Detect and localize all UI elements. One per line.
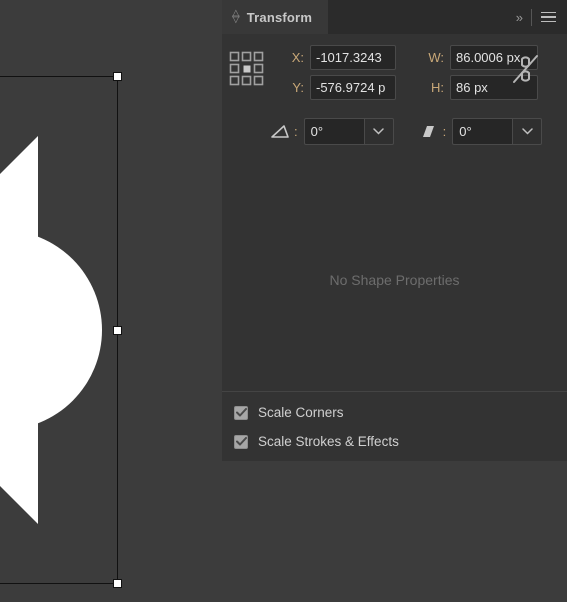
rotate-angle-icon <box>267 121 293 143</box>
header-divider <box>531 8 532 26</box>
shear-label: : <box>442 124 447 139</box>
option-scale-strokes-effects[interactable]: Scale Strokes & Effects <box>222 427 567 456</box>
rotate-combo: 0° <box>303 118 394 145</box>
updown-arrows-icon: △ ▽ <box>232 7 240 25</box>
panel-header-actions: » <box>516 0 567 34</box>
shear-chevron-down-icon[interactable] <box>512 118 543 145</box>
row-x-w: X: -1017.3243 W: 86.0006 px <box>277 42 538 72</box>
w-label: W: <box>428 49 444 65</box>
shear-input[interactable]: 0° <box>452 118 513 145</box>
broken-chain-icon[interactable] <box>510 52 540 86</box>
checkmark-icon <box>235 408 247 417</box>
transform-fields-section: X: -1017.3243 W: 86.0006 px Y: -576.9724… <box>222 34 567 124</box>
shear-angle-icon <box>416 121 442 143</box>
scale-corners-checkbox[interactable] <box>234 405 248 420</box>
rotate-label: : <box>294 124 298 139</box>
y-label: Y: <box>292 79 304 95</box>
rotate-input[interactable]: 0° <box>303 118 364 145</box>
rotate-angle-svg <box>271 125 289 138</box>
checkmark-icon <box>235 437 247 446</box>
no-shape-properties-message: No Shape Properties <box>329 271 460 288</box>
tab-label: Transform <box>246 9 313 25</box>
scale-strokes-effects-checkbox[interactable] <box>234 434 248 449</box>
row-y-h: Y: -576.9724 p H: 86 px <box>277 72 538 102</box>
scale-strokes-effects-label: Scale Strokes & Effects <box>258 434 399 449</box>
panel-header: △ ▽ Transform » <box>222 0 567 34</box>
constrain-proportions-svg <box>513 55 538 83</box>
scale-options: Scale Corners Scale Strokes & Effects <box>222 398 567 456</box>
shape-properties-section: No Shape Properties <box>222 168 567 391</box>
collapse-chevron-icon[interactable]: » <box>516 10 523 25</box>
reference-point-svg <box>229 51 264 86</box>
hamburger-menu-icon[interactable] <box>541 11 556 23</box>
option-scale-corners[interactable]: Scale Corners <box>222 398 567 427</box>
x-label: X: <box>291 49 304 65</box>
rotate-chevron-down-icon[interactable] <box>363 118 394 145</box>
app-root: △ ▽ Transform » X: -1017.3243 W: 86.0006… <box>0 0 567 602</box>
shear-combo: 0° <box>452 118 543 145</box>
angle-row: : 0° : 0° <box>267 118 543 145</box>
panel-divider <box>222 391 567 392</box>
reference-point-grid-icon[interactable] <box>229 51 265 87</box>
artwork-vector <box>0 136 102 524</box>
chevron-down-svg <box>522 128 533 135</box>
scale-corners-label: Scale Corners <box>258 405 344 420</box>
y-input[interactable]: -576.9724 p <box>310 74 396 100</box>
coordinate-fields: X: -1017.3243 W: 86.0006 px Y: -576.9724… <box>277 42 538 102</box>
tab-transform[interactable]: △ ▽ Transform <box>222 0 329 34</box>
h-label: H: <box>431 79 444 95</box>
chevron-down-svg <box>373 128 384 135</box>
artwork-shape[interactable] <box>0 76 120 584</box>
transform-panel: △ ▽ Transform » X: -1017.3243 W: 86.0006… <box>222 0 567 461</box>
x-input[interactable]: -1017.3243 <box>310 44 396 70</box>
shear-angle-svg <box>422 126 434 137</box>
